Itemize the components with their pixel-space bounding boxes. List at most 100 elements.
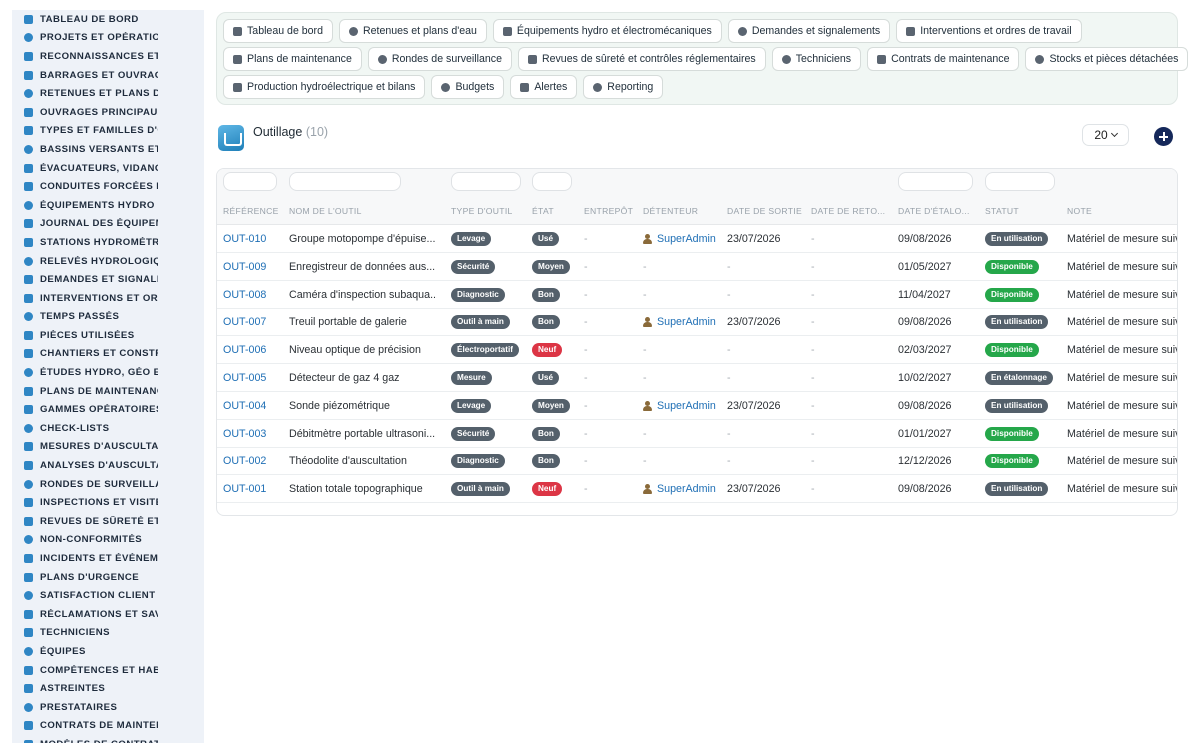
nav-chip[interactable]: Reporting — [583, 75, 664, 99]
column-header[interactable]: TYPE D'OUTIL — [451, 206, 529, 216]
sidebar-item[interactable]: ÉQUIPES — [12, 642, 204, 661]
nav-chip[interactable]: Production hydroélectrique et bilans — [223, 75, 426, 99]
sidebar-item[interactable]: ÉVACUATEURS, VIDANGE — [12, 159, 204, 178]
sidebar-item[interactable]: ANALYSES D'AUSCULTAT — [12, 456, 204, 475]
sidebar-item[interactable]: PRESTATAIRES — [12, 698, 204, 717]
sidebar-item[interactable]: JOURNAL DES ÉQUIPEME — [12, 215, 204, 234]
reference-link[interactable]: OUT-003 — [223, 428, 266, 440]
column-header[interactable]: DATE DE RETO... — [811, 206, 887, 216]
reference-link[interactable]: OUT-002 — [223, 455, 266, 467]
filter-etalonnage[interactable] — [898, 172, 973, 191]
table-row[interactable]: OUT-008 Caméra d'inspection subaqua... Dia… — [217, 281, 1177, 309]
column-header[interactable]: DÉTENTEUR — [643, 206, 723, 216]
sidebar-item[interactable]: MESURES D'AUSCULTATI — [12, 438, 204, 457]
holder-link[interactable]: SuperAdmin — [643, 233, 716, 245]
add-record-button[interactable] — [1154, 127, 1173, 146]
filter-type[interactable] — [451, 172, 521, 191]
sidebar-item[interactable]: CHECK-LISTS — [12, 419, 204, 438]
column-header[interactable]: RÉFÉRENCE — [223, 206, 283, 216]
sidebar-item-label: TYPES ET FAMILLES D'OU — [40, 125, 158, 137]
sidebar-item[interactable]: STATIONS HYDROMÉTRIC — [12, 233, 204, 252]
sidebar-item[interactable]: NON-CONFORMITÉS — [12, 531, 204, 550]
nav-chip[interactable]: Interventions et ordres de travail — [896, 19, 1082, 43]
sidebar-item[interactable]: INSPECTIONS ET VISITES — [12, 493, 204, 512]
nav-chip[interactable]: Stocks et pièces détachées — [1025, 47, 1189, 71]
holder-link[interactable]: SuperAdmin — [643, 483, 716, 495]
holder-link[interactable]: SuperAdmin — [643, 400, 716, 412]
column-header[interactable]: ENTREPÔT — [584, 206, 639, 216]
nav-chip[interactable]: Demandes et signalements — [727, 19, 891, 43]
sidebar-item[interactable]: PROJETS ET OPÉRATION — [12, 29, 204, 48]
sidebar-item[interactable]: CONTRATS DE MAINTENA — [12, 717, 204, 736]
table-row[interactable]: OUT-009 Enregistreur de données aus... Séc… — [217, 253, 1177, 281]
sidebar-item[interactable]: INTERVENTIONS ET ORDI — [12, 289, 204, 308]
filter-name[interactable] — [289, 172, 401, 191]
reference-link[interactable]: OUT-009 — [223, 261, 266, 273]
column-header[interactable]: NOM DE L'OUTIL — [289, 206, 437, 216]
sidebar-item[interactable]: INCIDENTS ET ÉVÉNEMEI — [12, 549, 204, 568]
reference-link[interactable]: OUT-001 — [223, 483, 266, 495]
sidebar-item[interactable]: GAMMES OPÉRATOIRES — [12, 400, 204, 419]
reference-link[interactable]: OUT-007 — [223, 316, 266, 328]
sidebar-item[interactable]: COMPÉTENCES ET HABIL — [12, 661, 204, 680]
sidebar-item[interactable]: PLANS DE MAINTENANCE — [12, 382, 204, 401]
sidebar-item[interactable]: TYPES ET FAMILLES D'OU — [12, 122, 204, 141]
table-row[interactable]: OUT-001 Station totale topographique Outil… — [217, 475, 1177, 504]
filter-statut[interactable] — [985, 172, 1055, 191]
sidebar-item[interactable]: TABLEAU DE BORD — [12, 10, 204, 29]
sidebar-item[interactable]: RETENUES ET PLANS D'E — [12, 84, 204, 103]
sidebar-item[interactable]: TEMPS PASSÉS — [12, 308, 204, 327]
nav-chip[interactable]: Budgets — [431, 75, 505, 99]
holder-link[interactable]: SuperAdmin — [643, 316, 716, 328]
reference-link[interactable]: OUT-005 — [223, 372, 266, 384]
column-header[interactable]: DATE D'ÉTALO... — [898, 206, 978, 216]
reference-link[interactable]: OUT-010 — [223, 233, 266, 245]
column-header[interactable]: STATUT — [985, 206, 1061, 216]
sidebar-item[interactable]: SATISFACTION CLIENT — [12, 586, 204, 605]
sidebar-item[interactable]: RÉCLAMATIONS ET SAV — [12, 605, 204, 624]
nav-chip[interactable]: Rondes de surveillance — [367, 47, 512, 71]
sidebar-item[interactable]: DEMANDES ET SIGNALEM — [12, 270, 204, 289]
sidebar-item[interactable]: BASSINS VERSANTS ET A — [12, 140, 204, 159]
column-header[interactable]: ÉTAT — [532, 206, 580, 216]
nav-chip[interactable]: Équipements hydro et électromécaniques — [492, 19, 722, 43]
sidebar-item[interactable]: RECONNAISSANCES ET V — [12, 47, 204, 66]
table-row[interactable]: OUT-007 Treuil portable de galerie Outil à… — [217, 308, 1177, 337]
nav-chip[interactable]: Tableau de bord — [223, 19, 333, 43]
column-header[interactable]: DATE DE SORTIE — [727, 206, 807, 216]
nav-chip[interactable]: Retenues et plans d'eau — [338, 19, 487, 43]
table-row[interactable]: OUT-005 Détecteur de gaz 4 gaz Mesure Usé - -… — [217, 364, 1177, 392]
sidebar-item[interactable]: CONDUITES FORCÉES ET — [12, 177, 204, 196]
sidebar-item[interactable]: ÉQUIPEMENTS HYDRO ET — [12, 196, 204, 215]
nav-chip[interactable]: Revues de sûreté et contrôles réglementa… — [517, 47, 766, 71]
sidebar-item[interactable]: RONDES DE SURVEILLAN — [12, 475, 204, 494]
reference-link[interactable]: OUT-004 — [223, 400, 266, 412]
column-header[interactable]: NOTE — [1067, 206, 1177, 216]
nav-chip[interactable]: Contrats de maintenance — [867, 47, 1020, 71]
sidebar-item[interactable]: CHANTIERS ET CONSTRU — [12, 345, 204, 364]
sidebar-item[interactable]: TECHNICIENS — [12, 624, 204, 643]
nav-chip[interactable]: Plans de maintenance — [223, 47, 362, 71]
table-row[interactable]: OUT-004 Sonde piézométrique Levage Moyen - Su… — [217, 392, 1177, 420]
table-row[interactable]: OUT-010 Groupe motopompe d'épuise... Levag… — [217, 225, 1177, 253]
nav-row: Plans de maintenance Rondes de surveillan… — [223, 47, 1189, 71]
table-row[interactable]: OUT-006 Niveau optique de précision Électr… — [217, 336, 1177, 365]
table-row[interactable]: OUT-002 Théodolite d'auscultation Diagnost… — [217, 447, 1177, 476]
sidebar-item[interactable]: BARRAGES ET OUVRAGE — [12, 66, 204, 85]
sidebar-item[interactable]: MODÈLES DE CONTRATS — [12, 735, 204, 743]
reference-link[interactable]: OUT-006 — [223, 344, 266, 356]
table-row[interactable]: OUT-003 Débitmètre portable ultrasoni... S… — [217, 420, 1177, 448]
nav-chip[interactable]: Alertes — [510, 75, 578, 99]
filter-reference[interactable] — [223, 172, 277, 191]
page-size-select[interactable]: 20 — [1082, 124, 1129, 146]
sidebar-item[interactable]: OUVRAGES PRINCIPAUX — [12, 103, 204, 122]
sidebar-item[interactable]: ÉTUDES HYDRO, GÉO ET — [12, 363, 204, 382]
nav-chip[interactable]: Techniciens — [771, 47, 862, 71]
sidebar-item[interactable]: PLANS D'URGENCE — [12, 568, 204, 587]
sidebar-item[interactable]: RELEVÉS HYDROLOGIQU — [12, 252, 204, 271]
sidebar-item[interactable]: ASTREINTES — [12, 679, 204, 698]
sidebar-item[interactable]: PIÈCES UTILISÉES — [12, 326, 204, 345]
filter-etat[interactable] — [532, 172, 572, 191]
sidebar-item[interactable]: REVUES DE SÛRETÉ ET C — [12, 512, 204, 531]
reference-link[interactable]: OUT-008 — [223, 289, 266, 301]
